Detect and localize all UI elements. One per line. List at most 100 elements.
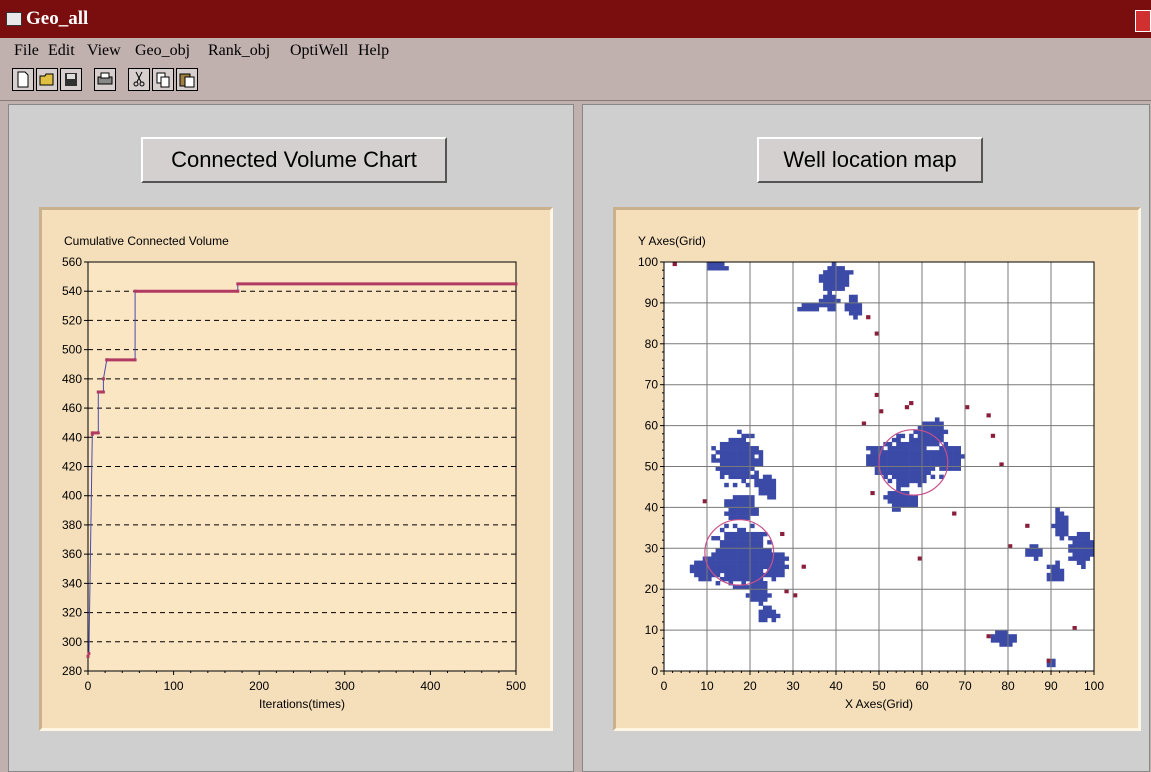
connected-cell <box>883 454 888 459</box>
connected-cell <box>891 450 897 455</box>
x-tick-label: 100 <box>164 679 184 693</box>
connected-cell <box>732 556 738 561</box>
connected-cell <box>926 470 931 475</box>
isolated-cell <box>965 405 970 410</box>
isolated-cell <box>874 392 879 397</box>
x-tick-label: 500 <box>506 679 526 693</box>
connected-cell <box>741 568 746 574</box>
connected-cell <box>840 274 845 279</box>
app-window-icon[interactable] <box>6 12 22 26</box>
connected-cell <box>737 540 742 545</box>
connected-cell <box>767 474 772 480</box>
connected-cell <box>767 613 772 619</box>
connected-cell <box>707 576 712 582</box>
connected-cell <box>848 311 854 316</box>
connected-cell <box>715 568 721 574</box>
menu-edit[interactable]: Edit <box>48 42 75 60</box>
connected-cell <box>853 302 858 308</box>
connected-volume-chart-button[interactable]: Connected Volume Chart <box>141 137 447 183</box>
connected-cell <box>719 552 725 557</box>
x-tick-label: 40 <box>829 679 843 693</box>
connected-cell <box>698 568 703 574</box>
connected-cell <box>827 294 832 300</box>
copy-button[interactable] <box>152 68 174 91</box>
connected-cell <box>814 306 820 312</box>
connected-cell <box>698 576 703 582</box>
connected-cell <box>715 536 721 541</box>
connected-cell <box>896 495 901 500</box>
x-axis-label: X Axes(Grid) <box>845 697 913 711</box>
connected-cell <box>771 609 777 615</box>
connected-cell <box>896 441 901 447</box>
connected-cell <box>883 458 888 463</box>
menu-bar: File Edit View Geo_obj Rank_obj OptiWell… <box>0 38 1151 62</box>
connected-cell <box>732 437 738 443</box>
connected-cell <box>754 450 759 455</box>
connected-cell <box>724 499 729 504</box>
connected-cell <box>934 450 940 455</box>
connected-cell <box>926 466 931 471</box>
connected-cell <box>909 454 914 459</box>
y-tick-label: 380 <box>62 518 82 532</box>
y-tick-label: 340 <box>62 576 82 590</box>
connected-cell <box>724 560 729 565</box>
menu-view[interactable]: View <box>87 42 121 60</box>
connected-cell <box>728 536 734 541</box>
connected-cell <box>741 540 746 545</box>
connected-cell <box>750 536 755 541</box>
new-button[interactable] <box>12 68 34 91</box>
connected-cell <box>711 458 716 463</box>
print-button[interactable] <box>94 68 116 91</box>
connected-cell <box>805 302 811 308</box>
connected-cell <box>870 458 875 463</box>
menu-file[interactable]: File <box>14 42 39 60</box>
open-button[interactable] <box>36 68 58 91</box>
connected-cell <box>1033 556 1039 561</box>
app-corner-icon[interactable] <box>1135 10 1151 32</box>
connected-cell <box>1055 576 1060 582</box>
connected-cell <box>887 450 893 455</box>
save-button[interactable] <box>60 68 82 91</box>
cut-button[interactable] <box>128 68 150 91</box>
connected-cell <box>1085 552 1090 557</box>
connected-cell <box>896 433 901 439</box>
volume-series-point <box>105 358 109 362</box>
connected-cell <box>995 630 1000 635</box>
connected-cell <box>891 446 897 451</box>
connected-cell <box>896 470 901 475</box>
connected-cell <box>909 441 914 447</box>
connected-cell <box>724 576 729 582</box>
connected-cell <box>939 466 944 471</box>
connected-cell <box>887 470 893 475</box>
connected-cell <box>1076 531 1082 537</box>
connected-cell <box>715 262 721 267</box>
connected-cell <box>728 531 734 537</box>
menu-geo-obj[interactable]: Geo_obj <box>135 42 190 60</box>
paste-button[interactable] <box>176 68 198 91</box>
connected-cell <box>715 458 721 463</box>
menu-help[interactable]: Help <box>358 42 389 60</box>
connected-cell <box>1076 560 1082 565</box>
connected-cell <box>999 634 1004 639</box>
connected-cell <box>724 556 729 561</box>
connected-cell <box>952 450 957 455</box>
connected-cell <box>758 589 764 594</box>
connected-cell <box>836 278 841 283</box>
connected-cell <box>715 450 721 455</box>
connected-cell <box>952 446 957 451</box>
connected-cell <box>694 560 699 565</box>
connected-cell <box>814 302 820 308</box>
connected-cell <box>762 605 768 610</box>
connected-cell <box>741 450 746 455</box>
connected-cell <box>904 466 910 471</box>
connected-cell <box>853 306 858 312</box>
menu-optiwell[interactable]: OptiWell <box>290 42 348 60</box>
connected-cell <box>780 552 785 557</box>
well-location-map-button[interactable]: Well location map <box>757 137 983 183</box>
menu-rank-obj[interactable]: Rank_obj <box>208 42 270 60</box>
connected-cell <box>1025 548 1030 553</box>
x-axis-label: Iterations(times) <box>259 697 345 711</box>
connected-cell <box>758 568 764 574</box>
connected-cell <box>750 597 755 602</box>
connected-cell <box>939 454 944 459</box>
